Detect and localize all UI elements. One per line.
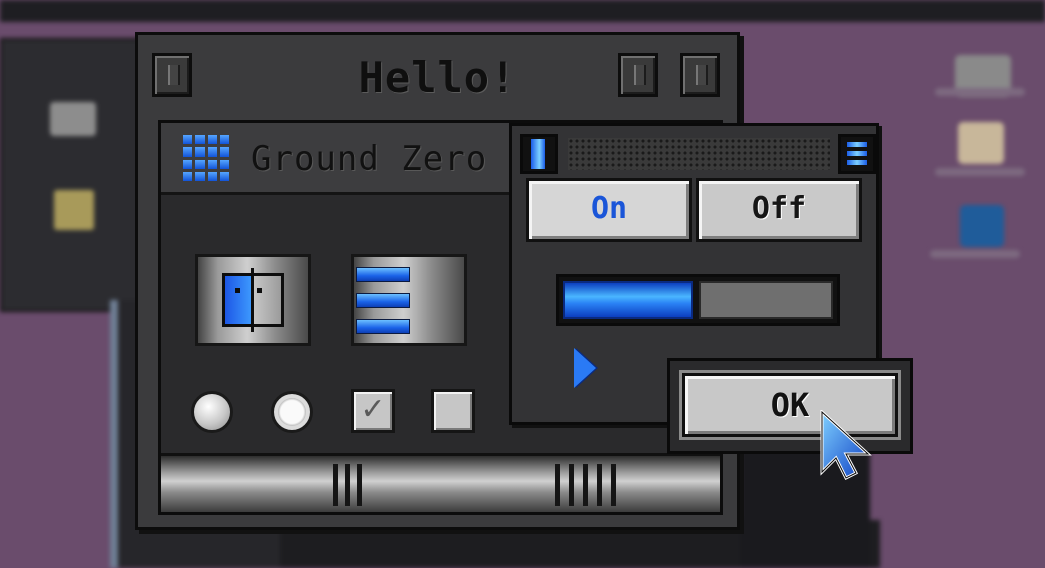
horizontal-scrollbar[interactable]: [161, 453, 720, 512]
title-bar[interactable]: Hello!: [148, 45, 727, 107]
list-button[interactable]: [351, 254, 467, 346]
finder-button[interactable]: [195, 254, 311, 346]
finder-face-icon: [222, 268, 284, 332]
menu-bar: [0, 0, 1045, 22]
background-icon: [54, 190, 94, 230]
close-box[interactable]: [520, 134, 558, 174]
collapse-box[interactable]: [680, 53, 720, 97]
panel-title: Ground Zero C: [251, 139, 531, 179]
menu-icon[interactable]: [838, 134, 876, 174]
scroll-grip[interactable]: [329, 456, 369, 512]
progress-track: [699, 281, 833, 319]
background-window: [0, 38, 154, 312]
desktop-icon-label: [935, 168, 1025, 176]
radio-button[interactable]: [191, 391, 233, 433]
list-icon: [356, 257, 410, 337]
disclosure-triangle-icon[interactable]: [574, 348, 596, 388]
grid-icon: [183, 135, 229, 181]
arrow-cursor-icon: [820, 410, 872, 481]
checkbox-checked[interactable]: ✓: [351, 389, 395, 433]
desktop-icon-label: [930, 250, 1020, 258]
desktop-icon: [960, 205, 1004, 247]
zoom-box[interactable]: [618, 53, 658, 97]
off-button[interactable]: Off: [696, 178, 862, 242]
scroll-grip[interactable]: [551, 456, 631, 512]
radio-button-selected[interactable]: [271, 391, 313, 433]
progress-fill: [563, 281, 693, 319]
checkbox-unchecked[interactable]: [431, 389, 475, 433]
title-bar-texture: [568, 138, 830, 170]
on-button[interactable]: On: [526, 178, 692, 242]
progress-bar: [556, 274, 840, 326]
desktop-icon-label: [935, 88, 1025, 96]
desktop-icon: [958, 122, 1004, 164]
background-icon: [50, 102, 96, 136]
title-bar[interactable]: [520, 134, 876, 174]
